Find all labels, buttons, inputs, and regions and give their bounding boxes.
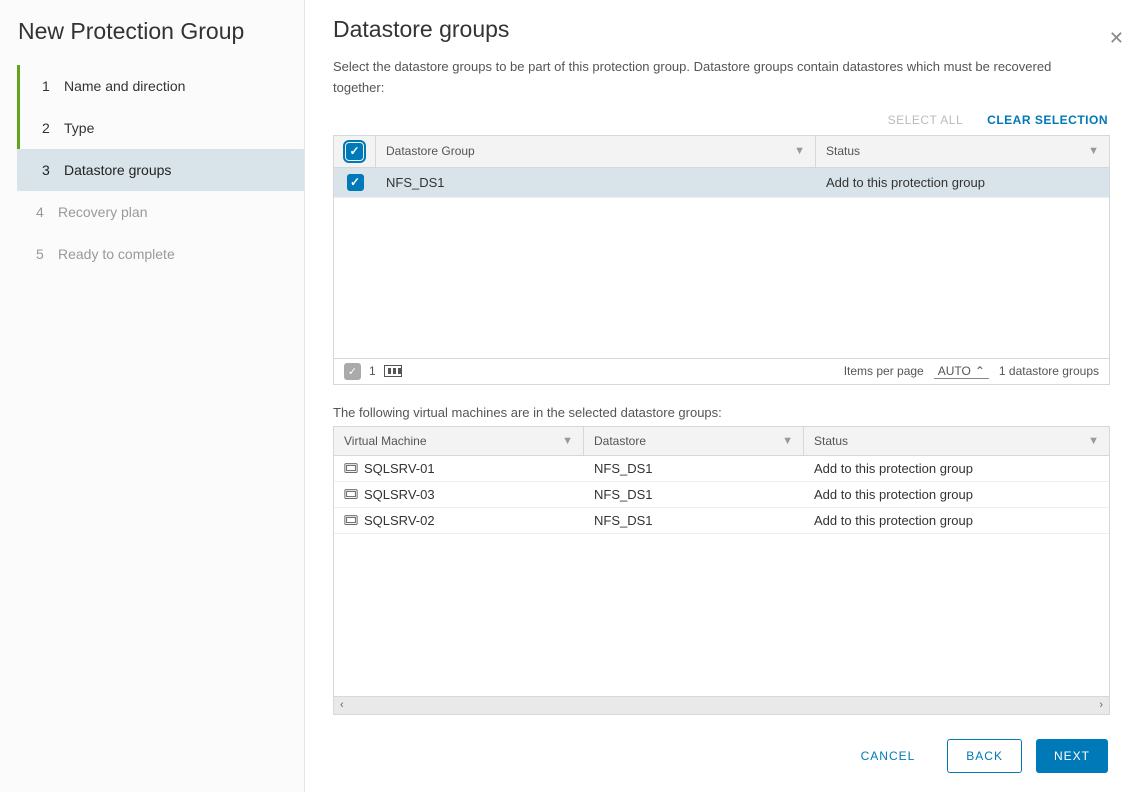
header-label: Status [814,434,848,448]
select-all-checkbox[interactable] [346,143,363,160]
step-number: 2 [42,120,64,136]
wizard-title: New Protection Group [0,14,304,65]
step-label: Type [64,120,94,136]
row-checkbox[interactable] [347,174,364,191]
items-per-page-select[interactable]: AUTO ⌃ [934,364,989,379]
header-checkbox-cell [334,136,376,167]
table-row[interactable]: SQLSRV-02 NFS_DS1 Add to this protection… [334,508,1109,534]
step-name-direction[interactable]: 1 Name and direction [17,65,304,107]
table-row[interactable]: NFS_DS1 Add to this protection group [334,168,1109,198]
cell-datastore: NFS_DS1 [584,482,804,507]
vm-icon [344,487,358,501]
items-per-page-label: Items per page [844,364,924,378]
page-description: Select the datastore groups to be part o… [333,57,1103,99]
scroll-left-icon[interactable]: ‹ [336,699,348,711]
step-label: Ready to complete [58,246,175,262]
close-icon[interactable]: ✕ [1109,28,1124,49]
filter-icon[interactable]: ▼ [562,435,573,447]
vm-section-label: The following virtual machines are in th… [333,405,1110,420]
header-vm-status[interactable]: Status ▼ [804,427,1109,455]
cell-datastore: NFS_DS1 [584,456,804,481]
step-recovery-plan: 4 Recovery plan [17,191,304,233]
vm-table-header-row: Virtual Machine ▼ Datastore ▼ Status ▼ [334,427,1109,456]
selected-count: 1 [369,364,376,378]
header-label: Virtual Machine [344,434,427,448]
next-button[interactable]: NEXT [1036,739,1108,773]
step-datastore-groups[interactable]: 3 Datastore groups [17,149,304,191]
step-number: 1 [42,78,64,94]
step-label: Name and direction [64,78,185,94]
items-per-page-value: AUTO [938,364,971,378]
step-number: 3 [42,162,64,178]
page-title: Datastore groups [333,16,1110,43]
vm-name-text: SQLSRV-03 [364,487,435,502]
step-ready-complete: 5 Ready to complete [17,233,304,275]
table-row[interactable]: SQLSRV-03 NFS_DS1 Add to this protection… [334,482,1109,508]
table-header-row: Datastore Group ▼ Status ▼ [334,136,1109,168]
cell-datastore-name: NFS_DS1 [376,168,816,197]
select-all-link: SELECT ALL [888,113,964,127]
total-count: 1 datastore groups [999,364,1099,378]
column-toggle-icon[interactable] [384,365,402,377]
cell-vm-status: Add to this protection group [804,456,1109,481]
vm-icon [344,513,358,527]
filter-icon[interactable]: ▼ [794,145,805,157]
header-label: Datastore Group [386,144,475,158]
vm-icon [344,461,358,475]
step-type[interactable]: 2 Type [17,107,304,149]
table-row[interactable]: SQLSRV-01 NFS_DS1 Add to this protection… [334,456,1109,482]
filter-icon[interactable]: ▼ [1088,435,1099,447]
table-body: NFS_DS1 Add to this protection group [334,168,1109,358]
header-virtual-machine[interactable]: Virtual Machine ▼ [334,427,584,455]
row-checkbox-cell [334,168,376,197]
step-number: 5 [36,246,58,262]
virtual-machines-table: Virtual Machine ▼ Datastore ▼ Status ▼ S… [333,426,1110,715]
vm-name-text: SQLSRV-02 [364,513,435,528]
filter-icon[interactable]: ▼ [782,435,793,447]
scroll-right-icon[interactable]: › [1095,699,1107,711]
main-content: ✕ Datastore groups Select the datastore … [305,0,1138,792]
back-button[interactable]: BACK [947,739,1022,773]
header-datastore-group[interactable]: Datastore Group ▼ [376,136,816,167]
header-label: Status [826,144,860,158]
vm-table-body: SQLSRV-01 NFS_DS1 Add to this protection… [334,456,1109,696]
cell-status: Add to this protection group [816,168,1109,197]
header-status[interactable]: Status ▼ [816,136,1109,167]
horizontal-scrollbar[interactable]: ‹ › [334,696,1109,714]
header-label: Datastore [594,434,646,448]
cell-vm-name: SQLSRV-03 [334,482,584,507]
clear-selection-link[interactable]: CLEAR SELECTION [987,113,1108,127]
selection-actions: SELECT ALL CLEAR SELECTION [333,107,1110,135]
vm-name-text: SQLSRV-01 [364,461,435,476]
datastore-groups-table: Datastore Group ▼ Status ▼ NFS_DS1 Add t… [333,135,1110,385]
cancel-button[interactable]: CANCEL [843,739,934,773]
wizard-sidebar: New Protection Group 1 Name and directio… [0,0,305,792]
cell-datastore: NFS_DS1 [584,508,804,533]
cell-vm-status: Add to this protection group [804,482,1109,507]
cell-vm-name: SQLSRV-01 [334,456,584,481]
step-number: 4 [36,204,58,220]
wizard-footer-buttons: CANCEL BACK NEXT [333,715,1110,793]
footer-selection-indicator [344,363,361,380]
header-datastore[interactable]: Datastore ▼ [584,427,804,455]
cell-vm-status: Add to this protection group [804,508,1109,533]
table-footer: 1 Items per page AUTO ⌃ 1 datastore grou… [334,358,1109,384]
cell-vm-name: SQLSRV-02 [334,508,584,533]
chevron-up-icon: ⌃ [975,364,985,378]
filter-icon[interactable]: ▼ [1088,145,1099,157]
wizard-steps: 1 Name and direction 2 Type 3 Datastore … [0,65,304,275]
step-label: Datastore groups [64,162,171,178]
step-label: Recovery plan [58,204,148,220]
